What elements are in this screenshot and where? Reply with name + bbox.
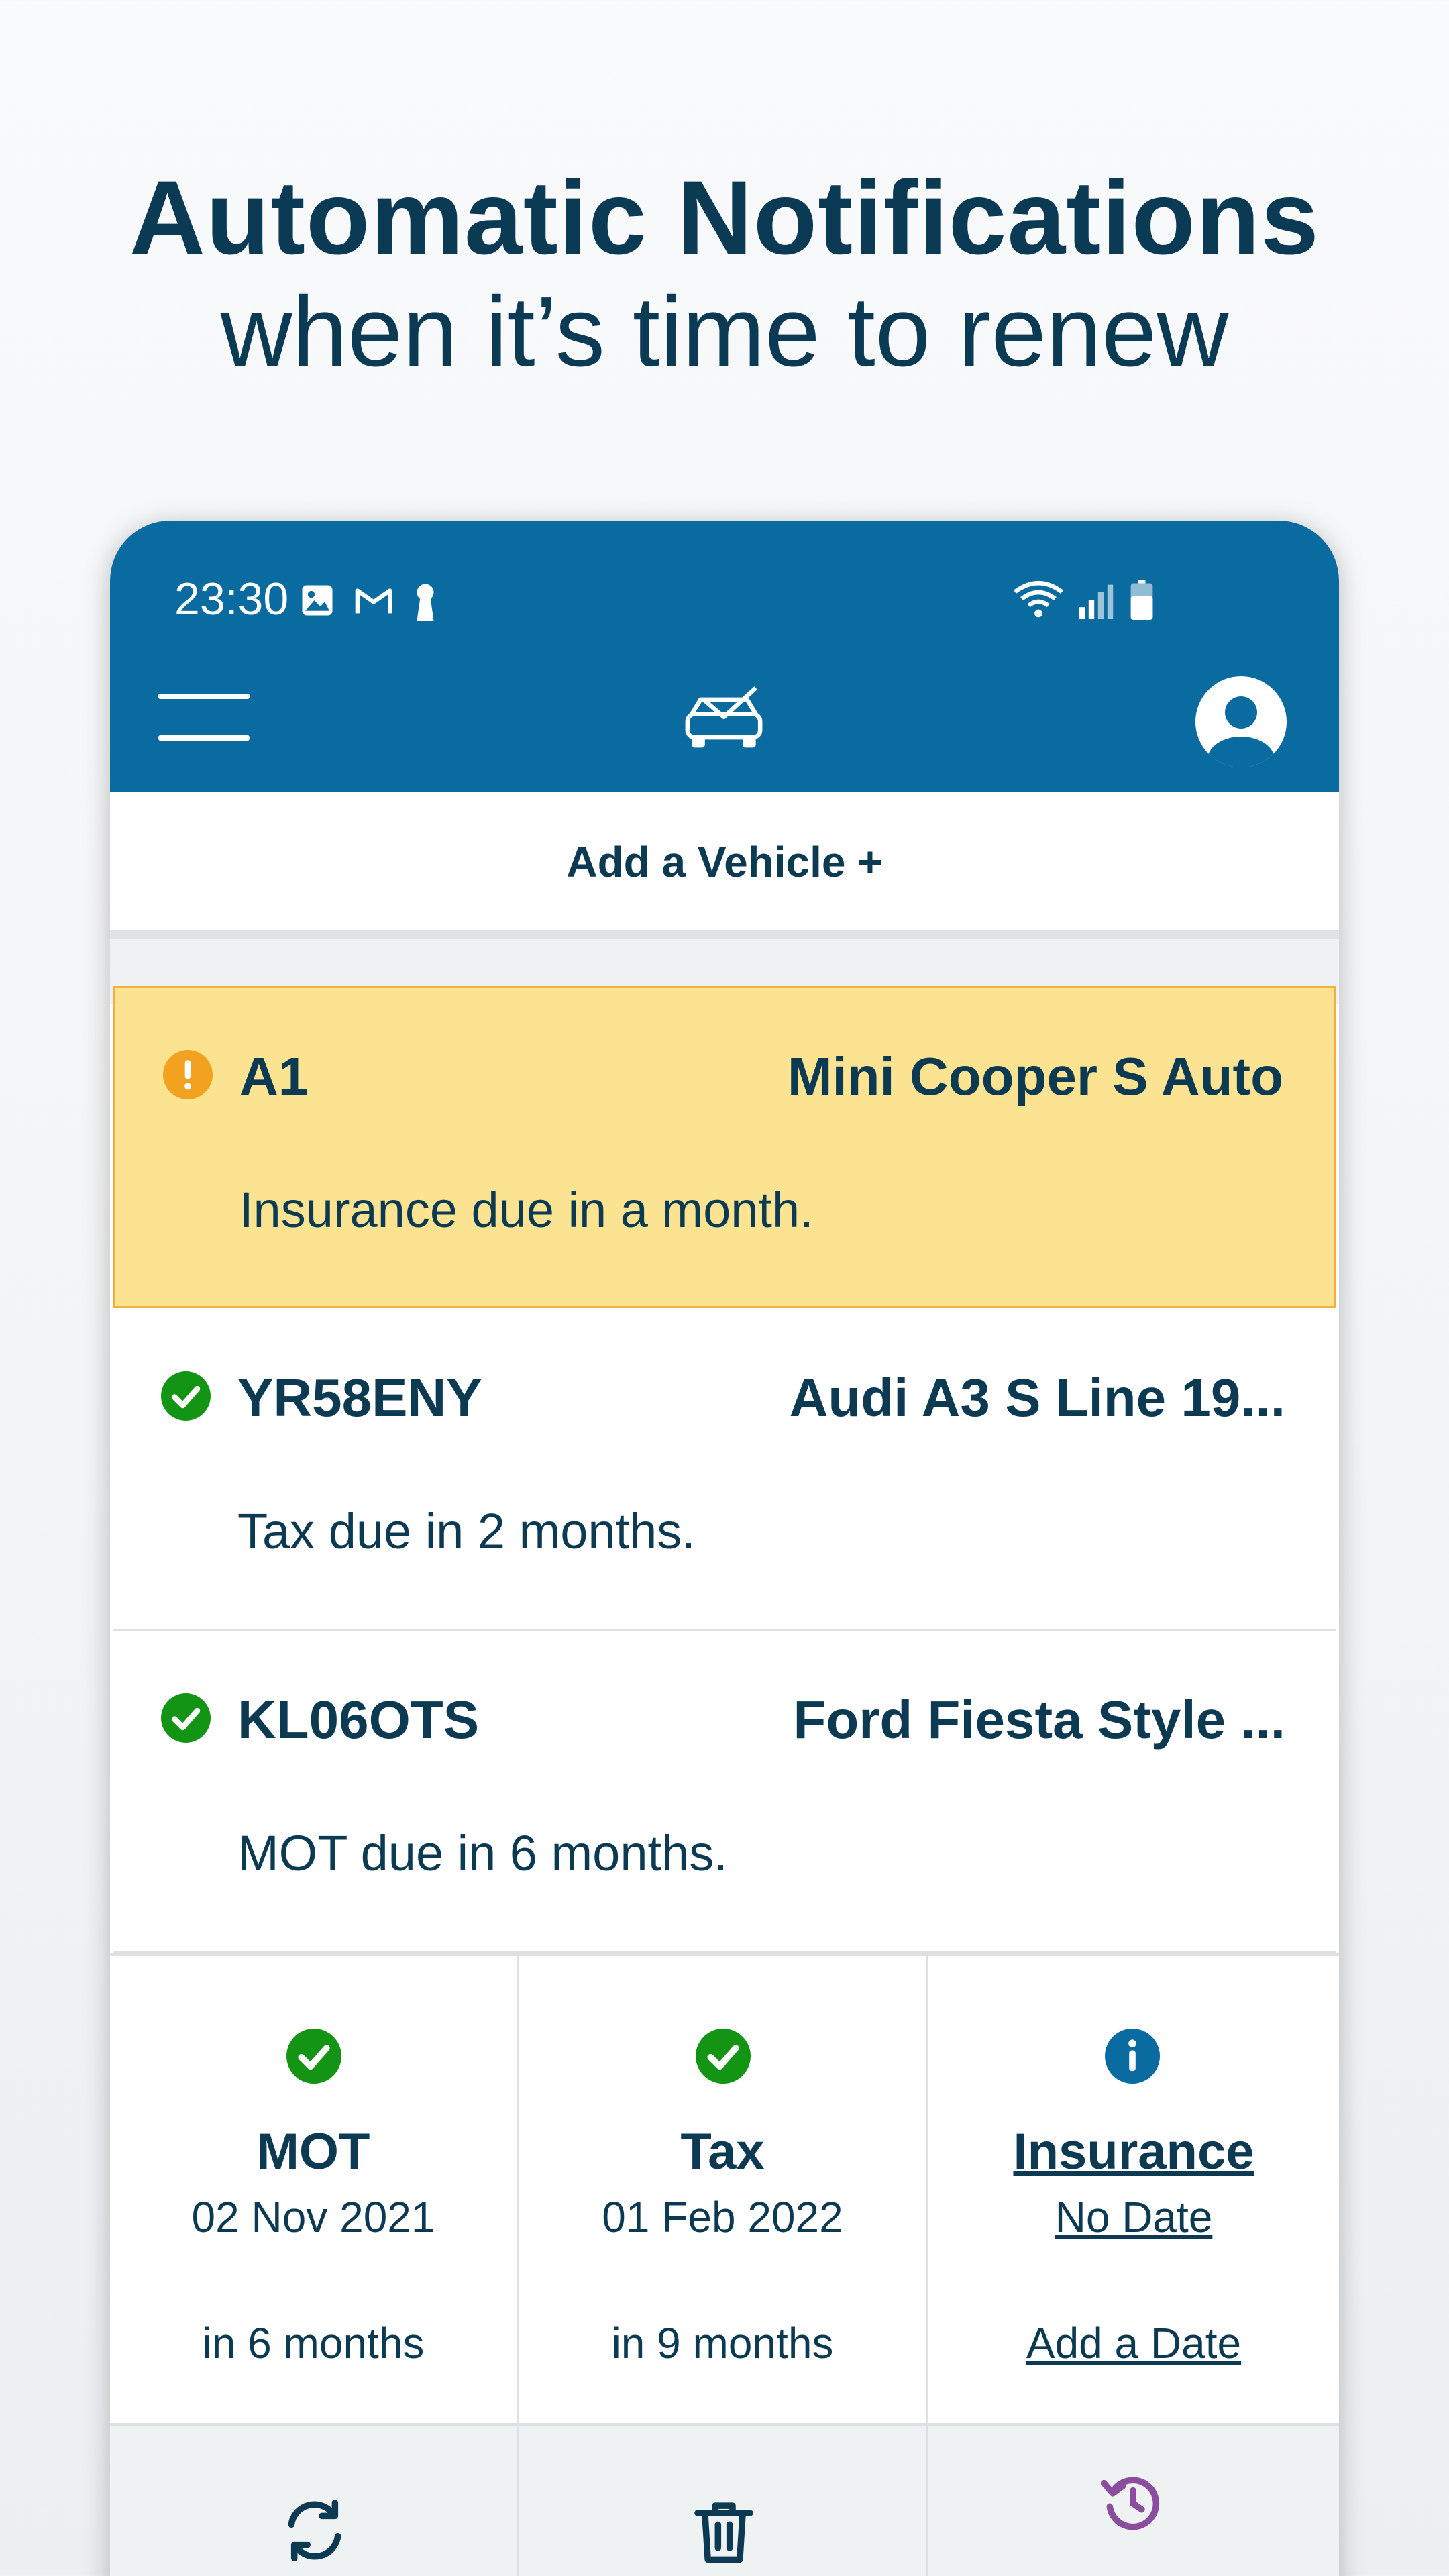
add-vehicle-button[interactable]: Add a Vehicle + [110, 792, 1339, 932]
no-date-link[interactable]: No Date [928, 2192, 1339, 2242]
info-icon [1105, 2029, 1160, 2084]
signal-icon [1079, 584, 1114, 619]
vehicle-card[interactable]: A1 Mini Cooper S Auto Insurance due in a… [113, 986, 1336, 1308]
status-time: 23:30 [174, 574, 289, 625]
vehicle-status-message: Tax due in 2 months. [237, 1503, 696, 1559]
vehicle-model: Mini Cooper S Auto [787, 1046, 1283, 1106]
detail-date: 01 Feb 2022 [602, 2193, 843, 2241]
insurance-detail: Insurance No Date Add a Date [928, 1956, 1339, 2428]
app-bar: 23:30 [110, 521, 1339, 792]
keyhole-icon [417, 584, 434, 621]
tax-detail[interactable]: Tax 01 Feb 2022 in 9 months [519, 1956, 928, 2428]
check-icon [286, 2029, 341, 2084]
mot-detail[interactable]: MOT 02 Nov 2021 in 6 months [110, 1956, 519, 2428]
detail-date: 02 Nov 2021 [191, 2193, 435, 2241]
car-envelope-logo-icon [685, 686, 763, 748]
vehicle-card[interactable]: KL06OTS Ford Fiesta Style ... MOT due in… [113, 1631, 1336, 1953]
vehicle-plate: KL06OTS [237, 1690, 480, 1750]
check-icon [161, 1693, 211, 1743]
vehicle-plate: YR58ENY [237, 1368, 482, 1428]
vehicle-details: MOT 02 Nov 2021 in 6 months Tax 01 Feb 2… [110, 1953, 1339, 2428]
delete-button[interactable] [519, 2426, 928, 2576]
vehicle-card[interactable]: YR58ENY Audi A3 S Line 19... Tax due in … [113, 1309, 1336, 1631]
check-icon [161, 1371, 211, 1421]
vehicle-status-message: MOT due in 6 months. [237, 1825, 728, 1881]
detail-title: Tax [680, 2123, 765, 2180]
vehicle-model: Ford Fiesta Style ... [793, 1690, 1285, 1750]
check-icon [696, 2029, 751, 2084]
detail-relative: in 9 months [611, 2319, 834, 2367]
headline-subtitle: when it’s time to renew [220, 276, 1229, 387]
divider [110, 930, 1339, 939]
image-icon [302, 585, 333, 616]
history-icon [1100, 2477, 1160, 2530]
vehicle-plate: A1 [239, 1046, 309, 1106]
vehicle-model: Audi A3 S Line 19... [789, 1368, 1285, 1428]
vehicle-actions [110, 2423, 1339, 2576]
headline: Automatic Notifications when it’s time t… [0, 161, 1449, 389]
detail-relative: in 6 months [202, 2319, 425, 2367]
insurance-link[interactable]: Insurance [928, 2123, 1339, 2181]
add-date-link[interactable]: Add a Date [928, 2318, 1339, 2368]
wifi-icon [1013, 580, 1064, 618]
status-system-icons [1013, 580, 1155, 620]
history-button[interactable] [928, 2426, 1339, 2576]
gmail-icon [355, 588, 392, 614]
hamburger-menu-icon[interactable] [158, 694, 252, 747]
status-notification-icons [299, 582, 439, 623]
refresh-icon [288, 2500, 341, 2561]
trash-icon [694, 2502, 753, 2563]
warning-icon [163, 1050, 213, 1099]
phone-screen: 23:30 Add a Vehicle + A1 Mini Cooper S A… [110, 521, 1339, 2576]
account-icon[interactable] [1195, 676, 1287, 767]
battery-icon [1130, 580, 1153, 620]
detail-title: MOT [256, 2123, 370, 2180]
refresh-button[interactable] [110, 2426, 519, 2576]
vehicle-status-message: Insurance due in a month. [239, 1182, 814, 1238]
headline-title: Automatic Notifications [129, 160, 1320, 276]
